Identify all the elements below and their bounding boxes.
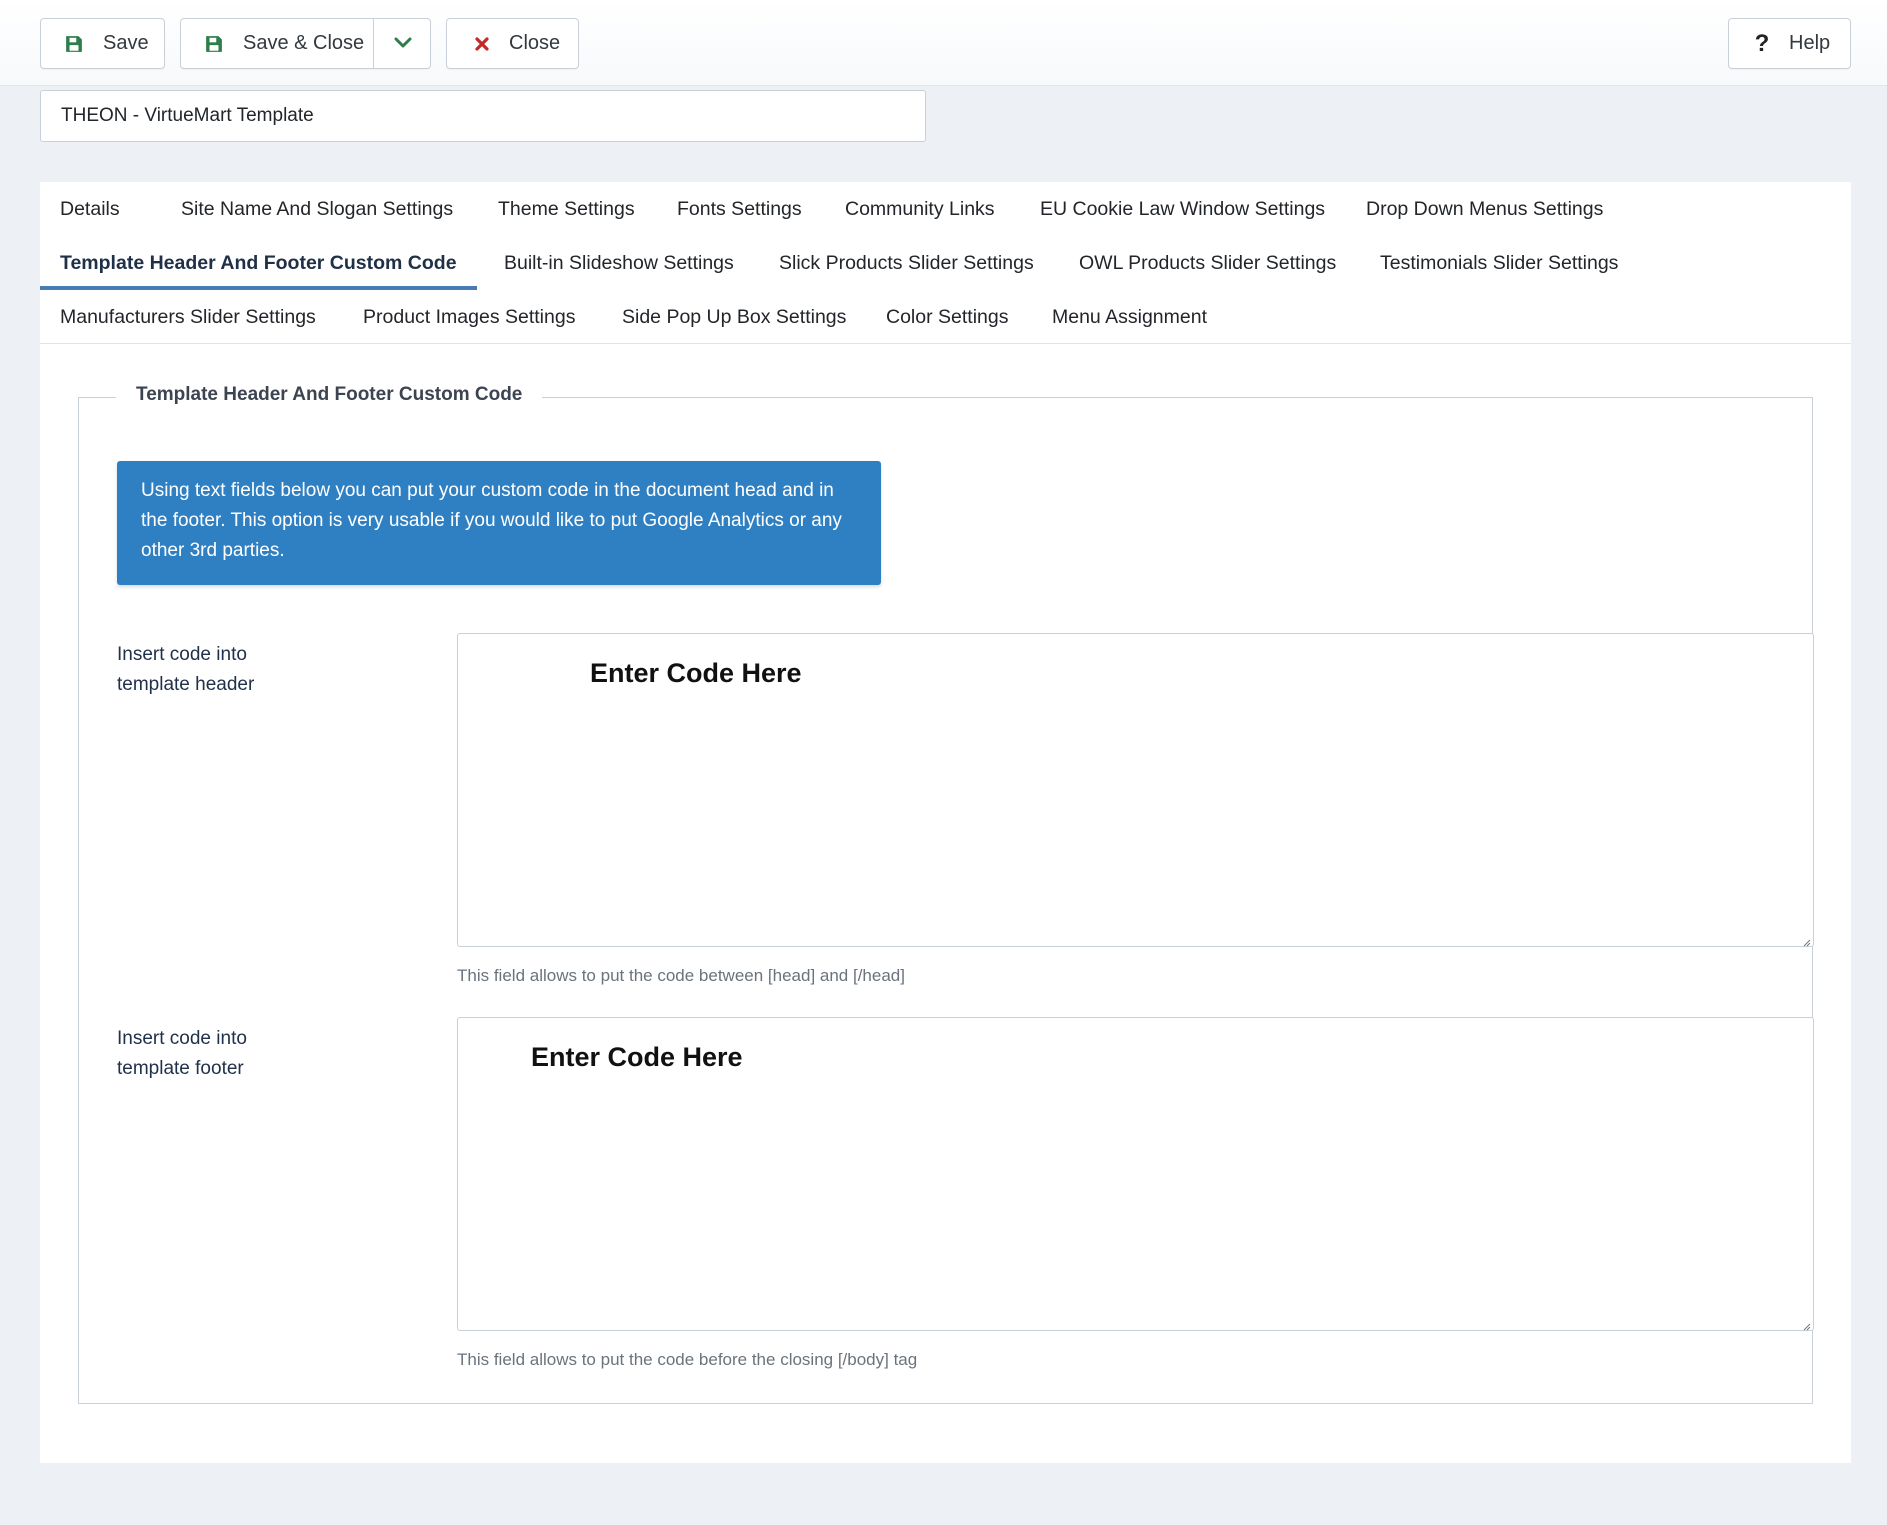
tab-slick-products-slider[interactable]: Slick Products Slider Settings bbox=[759, 236, 1054, 290]
template-title-input[interactable] bbox=[40, 90, 926, 142]
tab-fonts-settings[interactable]: Fonts Settings bbox=[657, 182, 822, 236]
help-button-label: Help bbox=[1789, 32, 1831, 54]
custom-code-fieldset: Template Header And Footer Custom Code U… bbox=[78, 384, 1814, 1404]
chevron-down-icon bbox=[394, 32, 412, 55]
help-button[interactable]: ? Help bbox=[1728, 18, 1851, 69]
tab-eu-cookie-law[interactable]: EU Cookie Law Window Settings bbox=[1020, 182, 1345, 236]
tab-theme-settings[interactable]: Theme Settings bbox=[478, 182, 655, 236]
tab-drop-down-menus[interactable]: Drop Down Menus Settings bbox=[1346, 182, 1623, 236]
tab-bar: Details Site Name And Slogan Settings Th… bbox=[40, 182, 1851, 344]
save-button-label: Save bbox=[103, 32, 149, 54]
tab-manufacturers-slider[interactable]: Manufacturers Slider Settings bbox=[40, 290, 336, 344]
tab-color-settings[interactable]: Color Settings bbox=[866, 290, 1028, 344]
save-options-dropdown-button[interactable] bbox=[374, 19, 431, 68]
main-panel: Details Site Name And Slogan Settings Th… bbox=[40, 182, 1851, 1463]
tab-site-name-slogan[interactable]: Site Name And Slogan Settings bbox=[161, 182, 473, 236]
header-code-hint: This field allows to put the code betwee… bbox=[457, 966, 905, 985]
header-code-placeholder: Enter Code Here bbox=[590, 658, 802, 688]
resize-handle-icon[interactable] bbox=[1801, 934, 1811, 947]
floppy-disk-icon bbox=[201, 31, 227, 57]
tab-details[interactable]: Details bbox=[40, 182, 140, 236]
tab-owl-products-slider[interactable]: OWL Products Slider Settings bbox=[1059, 236, 1356, 290]
floppy-disk-icon bbox=[61, 31, 87, 57]
tab-header-footer-code[interactable]: Template Header And Footer Custom Code bbox=[40, 236, 477, 290]
resize-handle-icon[interactable] bbox=[1801, 1318, 1811, 1331]
footer-code-textarea[interactable]: Enter Code Here bbox=[457, 1017, 1814, 1331]
save-button[interactable]: Save bbox=[40, 18, 165, 69]
info-alert: Using text fields below you can put your… bbox=[117, 461, 881, 585]
question-mark-icon: ? bbox=[1754, 29, 1770, 57]
tab-side-popup-box[interactable]: Side Pop Up Box Settings bbox=[602, 290, 866, 344]
footer-code-label: Insert code into template footer bbox=[117, 1028, 247, 1079]
header-code-textarea[interactable]: Enter Code Here bbox=[457, 633, 1814, 947]
x-icon bbox=[469, 31, 495, 57]
header-code-label: Insert code into template header bbox=[117, 644, 255, 695]
fieldset-legend: Template Header And Footer Custom Code bbox=[116, 384, 543, 406]
save-close-button-group: Save & Close bbox=[180, 18, 431, 69]
tab-menu-assignment[interactable]: Menu Assignment bbox=[1032, 290, 1227, 344]
tab-builtin-slideshow[interactable]: Built-in Slideshow Settings bbox=[484, 236, 754, 290]
close-button-label: Close bbox=[509, 32, 561, 54]
tab-testimonials-slider[interactable]: Testimonials Slider Settings bbox=[1360, 236, 1638, 290]
footer-code-hint: This field allows to put the code before… bbox=[457, 1350, 918, 1369]
toolbar: Save Save & Close Close ? Help bbox=[0, 0, 1887, 86]
close-button[interactable]: Close bbox=[446, 18, 579, 69]
tab-community-links[interactable]: Community Links bbox=[825, 182, 1015, 236]
footer-code-placeholder: Enter Code Here bbox=[531, 1042, 743, 1072]
tab-product-images[interactable]: Product Images Settings bbox=[343, 290, 595, 344]
save-close-button[interactable]: Save & Close bbox=[243, 32, 364, 55]
